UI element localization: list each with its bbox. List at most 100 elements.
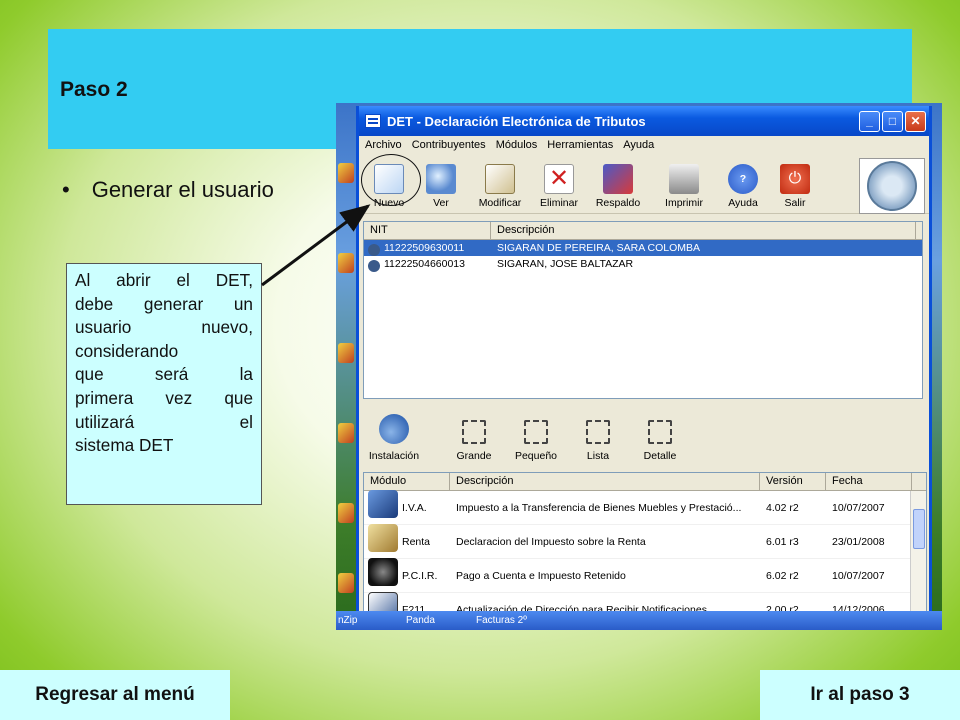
detalle-button[interactable]: Detalle [629,420,691,464]
renta-book-icon [368,523,398,552]
vertical-scrollbar[interactable] [910,491,926,615]
scrollbar-thumb[interactable] [913,509,925,549]
window-controls: _ □ ✕ [859,110,926,132]
iva-module-icon [368,489,398,518]
taskbar-item[interactable]: Facturas 2º [476,615,527,626]
grande-label: Grande [456,450,492,462]
next-step-button[interactable]: Ir al paso 3 [760,670,960,720]
view-magnifier-icon [426,164,456,194]
bullet-text: Generar el usuario [91,177,274,202]
callout-line: utilizará el [75,411,253,432]
row-fecha: 23/01/2008 [832,535,885,548]
pequeno-button[interactable]: Pequeño [505,420,567,464]
imprimir-button[interactable]: Imprimir [651,164,717,213]
table-header: Módulo Descripción Versión Fecha [364,473,926,491]
column-header-version[interactable]: Versión [760,473,826,490]
row-version: 4.02 r2 [766,501,799,514]
menu-bar: Archivo Contribuyentes Módulos Herramien… [359,136,929,154]
salir-button[interactable]: ⏻ Salir [769,164,821,213]
menu-ayuda[interactable]: Ayuda [623,139,654,151]
seal-emblem-icon [867,161,917,211]
row-version: 6.01 r3 [766,535,799,548]
modulos-table: Módulo Descripción Versión Fecha I.V.A. … [363,472,927,616]
view-toolbar: Instalación Grande Pequeño Lista Detalle [363,406,923,464]
callout-line: considerando [75,340,179,361]
callout-line: debe generar un [75,293,253,314]
eliminar-button[interactable]: ✕ Eliminar [533,164,585,213]
maximize-button[interactable]: □ [882,110,903,132]
callout-line: primera vez que [75,387,253,408]
delete-x-icon: ✕ [544,164,574,194]
row-modulo: P.C.I.R. [402,569,438,582]
menu-contribuyentes[interactable]: Contribuyentes [412,139,486,151]
backup-icon [603,164,633,194]
callout-line: Al abrir el DET, [75,270,253,290]
window-title: DET - Declaración Electrónica de Tributo… [387,113,646,129]
row-descripcion: Impuesto a la Transferencia de Bienes Mu… [456,501,742,514]
list-view-icon [586,420,610,444]
table-row[interactable]: P.C.I.R. Pago a Cuenta e Impuesto Reteni… [364,557,926,593]
app-screenshot: DET - Declaración Electrónica de Tributo… [336,103,942,630]
taskbar-item[interactable]: nZip [338,615,357,626]
column-header-modulo[interactable]: Módulo [364,473,450,490]
eliminar-label: Eliminar [540,197,578,209]
respaldo-label: Respaldo [595,197,641,209]
row-modulo: Renta [402,535,431,548]
ayuda-button[interactable]: ? Ayuda [717,164,769,213]
help-question-icon: ? [728,164,758,194]
close-button[interactable]: ✕ [905,110,926,132]
highlight-ellipse [361,154,421,206]
detail-view-icon [648,420,672,444]
table-row[interactable]: I.V.A. Impuesto a la Transferencia de Bi… [364,489,926,525]
row-descripcion: SIGARAN DE PEREIRA, SARA COLOMBA [497,242,701,254]
column-header-descripcion[interactable]: Descripción [450,473,760,490]
desktop-icon [338,573,354,593]
menu-modulos[interactable]: Módulos [496,139,538,151]
instalacion-button[interactable]: Instalación [363,414,425,464]
desktop-strip [336,103,356,630]
minimize-button[interactable]: _ [859,110,880,132]
table-row[interactable]: 11222504660013 SIGARAN, JOSE BALTAZAR [364,256,922,272]
pequeno-label: Pequeño [514,450,558,462]
printer-icon [669,164,699,194]
bullet-item: • Generar el usuario [62,177,274,203]
desktop-icon [338,503,354,523]
taskbar-item[interactable]: Panda [406,615,435,626]
desktop-icon [338,253,354,273]
menu-archivo[interactable]: Archivo [365,139,402,151]
callout-line: que será la [75,364,253,385]
exit-power-icon: ⏻ [780,164,810,194]
app-icon [365,114,381,128]
column-header-nit[interactable]: NIT [364,222,491,239]
main-toolbar: Nuevo Ver Modificar ✕ Eliminar Respaldo … [359,154,929,214]
lista-label: Lista [586,450,610,462]
ver-button[interactable]: Ver [415,164,467,213]
respaldo-button[interactable]: Respaldo [585,164,651,213]
table-row[interactable]: 11222509630011 SIGARAN DE PEREIRA, SARA … [364,240,922,256]
salir-label: Salir [784,197,806,209]
imprimir-label: Imprimir [665,197,703,209]
row-descripcion: Pago a Cuenta e Impuesto Retenido [456,569,626,582]
row-nit: 11222509630011 [364,242,491,256]
slide-title: Paso 2 [60,78,128,101]
column-header-fecha[interactable]: Fecha [826,473,912,490]
detalle-label: Detalle [643,450,677,462]
row-nit: 11222504660013 [364,258,491,272]
edit-pencil-icon [485,164,515,194]
modificar-button[interactable]: Modificar [467,164,533,213]
window-titlebar[interactable]: DET - Declaración Electrónica de Tributo… [359,106,929,136]
lista-button[interactable]: Lista [567,420,629,464]
desktop-icon [338,163,354,183]
menu-herramientas[interactable]: Herramientas [547,139,613,151]
row-descripcion: SIGARAN, JOSE BALTAZAR [497,258,634,270]
grande-button[interactable]: Grande [443,420,505,464]
pcir-module-icon [368,557,398,586]
row-version: 6.02 r2 [766,569,799,582]
column-header-descripcion[interactable]: Descripción [491,222,916,239]
taskbar: nZip Panda Facturas 2º [336,611,942,630]
large-icons-icon [462,420,486,444]
table-row[interactable]: Renta Declaracion del Impuesto sobre la … [364,523,926,559]
back-to-menu-button[interactable]: Regresar al menú [0,670,230,720]
modificar-label: Modificar [478,197,522,209]
row-fecha: 10/07/2007 [832,501,885,514]
